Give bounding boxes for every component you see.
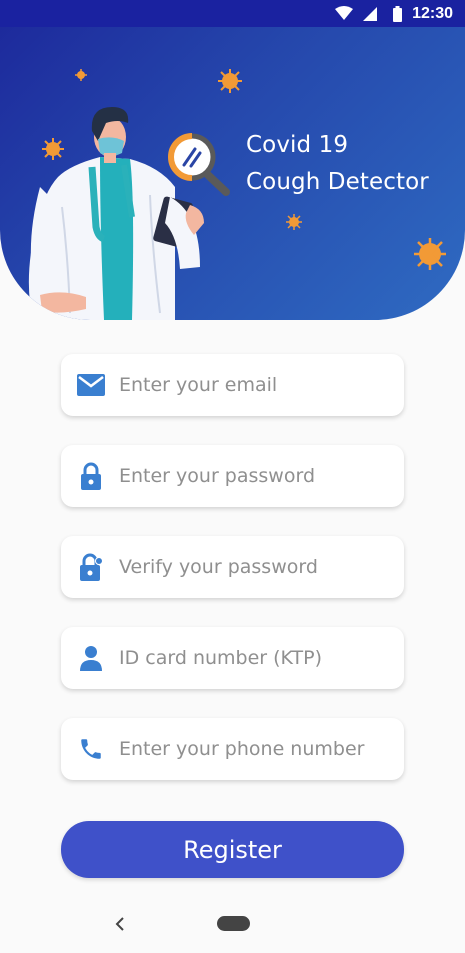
register-button[interactable]: Register	[61, 821, 404, 878]
back-icon[interactable]	[112, 914, 128, 934]
phone-icon	[77, 735, 105, 763]
cellular-signal-icon	[363, 6, 378, 21]
phone-field[interactable]	[61, 718, 404, 780]
wifi-icon	[335, 6, 354, 21]
email-icon	[77, 371, 105, 399]
app-title-line1: Covid 19	[246, 132, 349, 158]
app-title-line2: Cough Detector	[246, 169, 429, 195]
email-input[interactable]	[119, 374, 389, 396]
email-field[interactable]	[61, 354, 404, 416]
lock-check-icon	[77, 553, 105, 581]
person-icon	[77, 644, 105, 672]
home-pill-icon[interactable]	[217, 916, 250, 931]
header-banner: Covid 19 Cough Detector	[0, 27, 465, 320]
status-time: 12:30	[412, 4, 453, 22]
verify-password-field[interactable]	[61, 536, 404, 598]
battery-icon	[393, 5, 403, 22]
verify-password-input[interactable]	[119, 556, 389, 578]
password-field[interactable]	[61, 445, 404, 507]
app-title: Covid 19 Cough Detector	[246, 127, 429, 201]
password-input[interactable]	[119, 465, 389, 487]
lock-icon	[77, 462, 105, 490]
phone-input[interactable]	[119, 738, 389, 760]
id-card-field[interactable]	[61, 627, 404, 689]
id-card-input[interactable]	[119, 647, 389, 669]
status-bar: 12:30	[0, 0, 465, 27]
magnifier-icon	[168, 133, 230, 196]
